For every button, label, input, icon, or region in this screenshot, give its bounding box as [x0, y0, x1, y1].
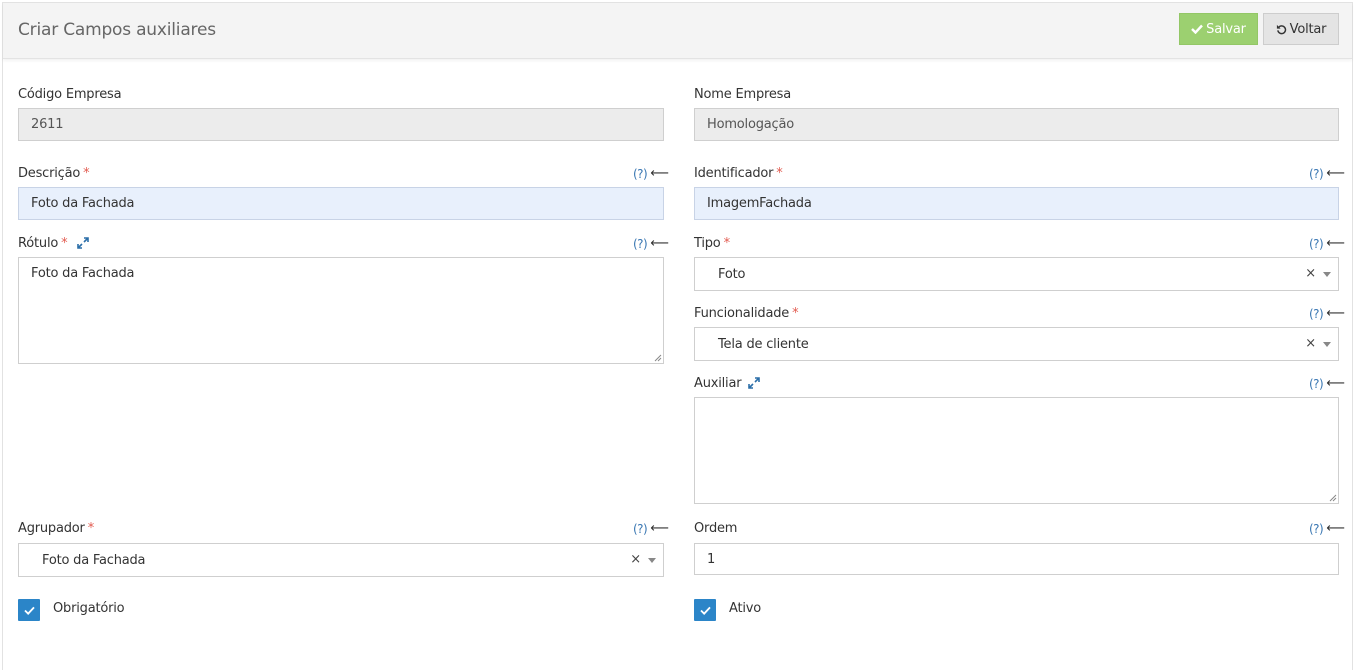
- nome-empresa-label: Nome Empresa: [694, 87, 791, 102]
- tipo-selected-value: Foto: [718, 266, 746, 282]
- ativo-label[interactable]: Ativo: [729, 601, 761, 616]
- auxiliar-textarea[interactable]: [694, 397, 1339, 504]
- back-button[interactable]: Voltar: [1263, 13, 1339, 45]
- rotulo-textarea[interactable]: Foto da Fachada: [18, 257, 664, 364]
- auxiliar-help[interactable]: (?) ⟵: [1309, 376, 1345, 391]
- tipo-label: Tipo *: [694, 236, 730, 251]
- required-mark: *: [61, 236, 68, 251]
- funcionalidade-select[interactable]: Tela de cliente ×: [694, 327, 1339, 361]
- agrupador-select[interactable]: Foto da Fachada ×: [18, 543, 664, 577]
- nome-empresa-field: Homologação: [694, 108, 1339, 141]
- identificador-input[interactable]: ImagemFachada: [694, 187, 1339, 220]
- clear-icon[interactable]: ×: [1305, 266, 1316, 281]
- save-button-label: Salvar: [1206, 21, 1246, 37]
- auxiliar-label: Auxiliar: [694, 376, 742, 391]
- funcionalidade-label: Funcionalidade *: [694, 306, 799, 321]
- required-mark: *: [776, 166, 783, 181]
- rotulo-text: Foto da Fachada: [31, 266, 135, 281]
- funcionalidade-selected-value: Tela de cliente: [718, 336, 809, 352]
- required-mark: *: [87, 521, 95, 536]
- check-icon: [699, 606, 711, 615]
- rotulo-label: Rótulo *: [18, 236, 68, 251]
- resize-handle-icon[interactable]: [654, 354, 662, 362]
- expand-icon[interactable]: [748, 377, 760, 389]
- chevron-down-icon[interactable]: [1323, 272, 1331, 277]
- rotulo-help[interactable]: (?) ⟵: [633, 236, 669, 251]
- obrigatorio-checkbox[interactable]: [18, 599, 40, 621]
- descricao-label: Descrição *: [18, 166, 90, 181]
- check-icon: [23, 606, 35, 615]
- check-icon: [1191, 24, 1204, 34]
- required-mark: *: [723, 236, 731, 251]
- tipo-select[interactable]: Foto ×: [694, 257, 1339, 291]
- obrigatorio-label[interactable]: Obrigatório: [53, 601, 125, 616]
- tipo-help[interactable]: (?) ⟵: [1309, 236, 1345, 251]
- identificador-help[interactable]: (?) ⟵: [1309, 166, 1345, 181]
- agrupador-label: Agrupador *: [18, 521, 95, 536]
- required-mark: *: [83, 166, 90, 181]
- clear-icon[interactable]: ×: [1305, 336, 1316, 351]
- back-button-label: Voltar: [1289, 21, 1327, 37]
- descricao-input[interactable]: Foto da Fachada: [18, 187, 664, 220]
- ativo-checkbox[interactable]: [694, 599, 716, 621]
- codigo-empresa-label: Código Empresa: [18, 87, 122, 102]
- ordem-help[interactable]: (?) ⟵: [1309, 521, 1345, 536]
- clear-icon[interactable]: ×: [630, 552, 641, 567]
- identificador-label: Identificador *: [694, 166, 783, 181]
- agrupador-selected-value: Foto da Fachada: [42, 552, 146, 568]
- page-title: Criar Campos auxiliares: [18, 20, 216, 40]
- descricao-help[interactable]: (?) ⟵: [633, 166, 669, 181]
- page-header: Criar Campos auxiliares Salvar Voltar: [3, 3, 1352, 59]
- save-button[interactable]: Salvar: [1179, 13, 1258, 45]
- agrupador-help[interactable]: (?) ⟵: [633, 521, 669, 536]
- undo-icon: [1276, 24, 1286, 34]
- expand-icon[interactable]: [77, 237, 89, 249]
- resize-handle-icon[interactable]: [1329, 494, 1337, 502]
- chevron-down-icon[interactable]: [648, 558, 656, 563]
- ordem-label: Ordem: [694, 521, 738, 536]
- ordem-input[interactable]: 1: [694, 543, 1339, 575]
- codigo-empresa-field: 2611: [18, 108, 664, 141]
- funcionalidade-help[interactable]: (?) ⟵: [1309, 306, 1345, 321]
- chevron-down-icon[interactable]: [1323, 342, 1331, 347]
- required-mark: *: [792, 306, 799, 321]
